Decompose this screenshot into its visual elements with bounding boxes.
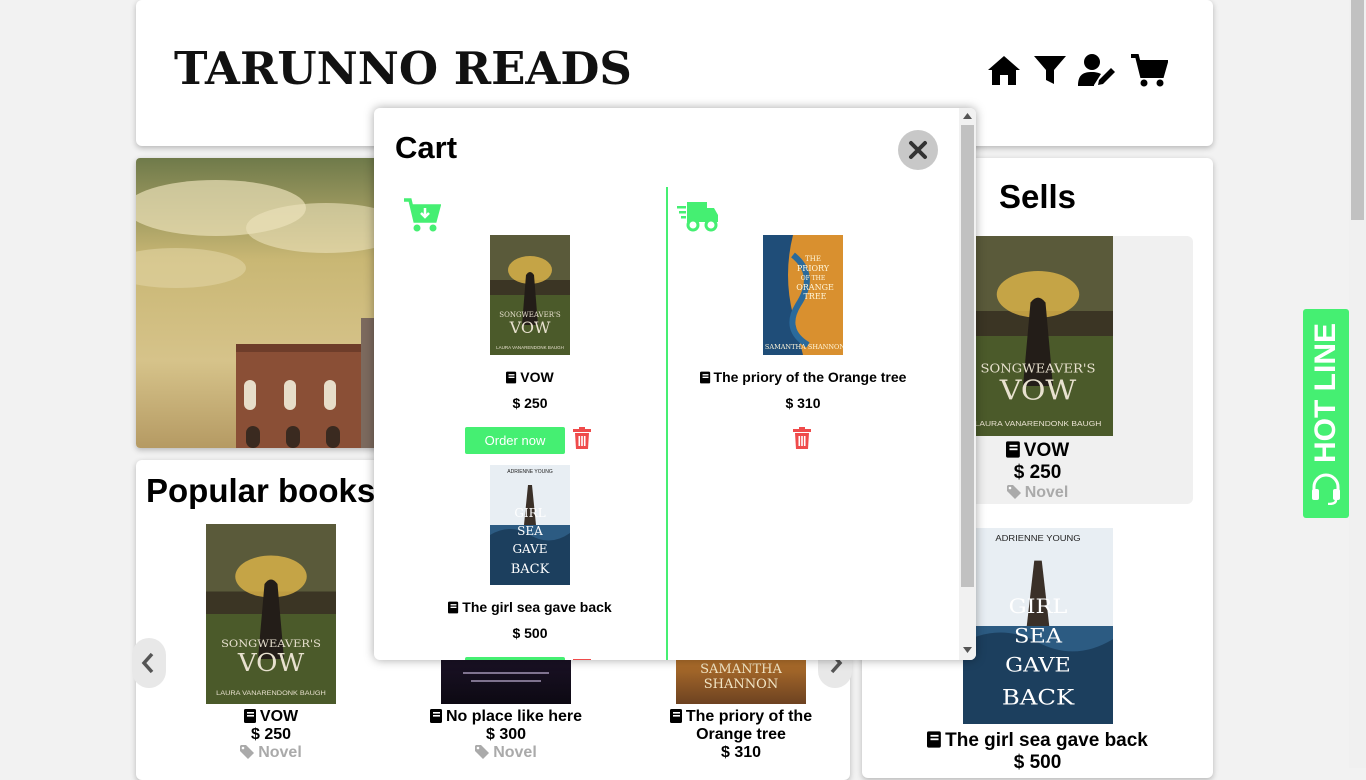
modal-title: Cart [395, 130, 458, 165]
cover-text: SEA [1014, 624, 1063, 647]
book-cover-vow[interactable]: SONGWEAVER'S VOW LAURA VANARENDONK BAUGH [206, 524, 336, 704]
book-icon [506, 371, 517, 384]
ordered-item-price: $ 310 [785, 395, 821, 411]
cart-item-vow: VOW $ 250 [430, 355, 630, 411]
cover-text: VOW [509, 318, 551, 337]
cover-text: SEA [517, 524, 543, 538]
cart-icon[interactable] [1130, 52, 1168, 88]
popular-books-title: Popular books [146, 472, 376, 509]
close-icon [909, 141, 927, 159]
hero-banner-image [136, 158, 384, 448]
cover-text: SONGWEAVER'S [980, 361, 1095, 375]
scroll-down-icon[interactable] [963, 646, 972, 654]
book-cover-vow[interactable]: SONGWEAVER'S VOW LAURA VANARENDONK BAUGH [490, 235, 570, 355]
cover-text: ADRIENNE YOUNG [507, 469, 553, 475]
trash-icon[interactable] [572, 427, 592, 449]
book-card-priory[interactable]: The priory of the Orange tree $ 310 [641, 708, 841, 762]
brand-title: TARUNNO READS [174, 42, 632, 95]
book-price: $ 500 [1013, 752, 1062, 773]
hotline-label: HOT LINE [1309, 323, 1343, 505]
cover-text: SAMANTHA SHANNON [700, 662, 782, 692]
cover-text: VOW [999, 375, 1077, 406]
cart-item-price: $ 500 [512, 625, 548, 641]
cart-item-price: $ 250 [512, 395, 548, 411]
cart-item-girl-sea-gave-back: The girl sea gave back $ 500 [430, 585, 630, 641]
page-scrollbar-thumb[interactable] [1351, 0, 1364, 220]
book-title: No place like here [421, 708, 591, 726]
cover-text: SAMANTHA SHANNON [765, 343, 843, 351]
book-icon [243, 709, 256, 723]
carousel-prev-button[interactable] [132, 638, 166, 688]
book-cover-girl-sea-gave-back[interactable]: ADRIENNE YOUNG GIRL SEA GAVE BACK [490, 465, 570, 585]
cart-add-icon [404, 198, 441, 232]
cover-text: LAURA VANARENDONK BAUGH [216, 690, 326, 697]
book-genre: Novel [421, 744, 591, 762]
cover-text: ORANGE [796, 283, 834, 292]
scroll-up-icon[interactable] [963, 112, 972, 120]
cover-text: GIRL [1009, 594, 1068, 617]
trash-icon[interactable] [572, 657, 592, 660]
cover-text: TREE [803, 292, 826, 301]
book-icon [429, 709, 442, 723]
cover-text: BACK [1002, 686, 1075, 710]
order-now-button[interactable]: Order now [465, 427, 565, 454]
book-cover-vow[interactable]: SONGWEAVER'S VOW LAURA VANARENDONK BAUGH [963, 236, 1113, 436]
close-button[interactable] [898, 130, 938, 170]
cover-text: BACK [511, 562, 550, 577]
headset-icon [1312, 473, 1340, 505]
cover-text: OF THE [801, 275, 826, 282]
book-price: $ 250 [250, 726, 292, 743]
book-cover-priory[interactable]: SAMANTHA SHANNON [676, 656, 806, 704]
tag-icon [1006, 485, 1021, 499]
book-price: $ 300 [485, 726, 527, 743]
cover-text: GIRL [514, 506, 545, 520]
shipping-fast-icon [677, 202, 718, 232]
page-scrollbar[interactable] [1349, 0, 1366, 768]
book-cover-no-place-like-here[interactable] [441, 656, 571, 704]
book-cover-priory[interactable]: THE PRIORY OF THE ORANGE TREE SAMANTHA S… [763, 235, 843, 355]
book-title: The priory of the Orange tree [641, 708, 841, 744]
book-icon [927, 731, 941, 748]
book-card-vow[interactable]: VOW $ 250 Novel [206, 708, 336, 762]
chevron-left-icon [141, 652, 154, 674]
ordered-item-priory: The priory of the Orange tree $ 310 [688, 355, 918, 411]
user-edit-icon[interactable] [1078, 52, 1118, 88]
cover-text: THE [805, 255, 821, 263]
book-icon [669, 709, 682, 723]
cover-text: LAURA VANARENDONK BAUGH [975, 419, 1102, 427]
book-price: $ 310 [720, 744, 762, 761]
ordered-item-title: The priory of the Orange tree [688, 369, 918, 385]
order-now-button[interactable] [465, 657, 565, 660]
book-icon [1005, 441, 1020, 458]
book-title: The girl sea gave back [862, 730, 1213, 752]
book-icon [699, 371, 710, 384]
tag-icon [475, 745, 490, 759]
cover-text: PRIORY [797, 264, 830, 273]
hotline-button[interactable]: HOT LINE [1303, 309, 1349, 518]
book-icon [448, 601, 459, 614]
cart-item-title: VOW [430, 369, 630, 385]
cover-text: ADRIENNE YOUNG [995, 534, 1080, 543]
trash-icon[interactable] [792, 427, 812, 449]
book-genre: Novel [206, 744, 336, 762]
filter-icon[interactable] [1032, 52, 1068, 88]
column-divider [666, 187, 668, 660]
book-card-no-place-like-here[interactable]: No place like here $ 300 Novel [421, 708, 591, 762]
cart-item-title: The girl sea gave back [430, 599, 630, 615]
cover-text: LAURA VANARENDONK BAUGH [496, 345, 564, 350]
modal-scrollbar[interactable] [959, 108, 976, 660]
tag-icon [240, 745, 255, 759]
book-title: VOW [206, 708, 336, 726]
sells-book-girl-sea-gave-back[interactable]: The girl sea gave back $ 500 [862, 730, 1213, 774]
home-icon[interactable] [986, 52, 1022, 88]
cover-text: GAVE [512, 542, 547, 556]
book-cover-girl-sea-gave-back[interactable]: ADRIENNE YOUNG GIRL SEA GAVE BACK [963, 528, 1113, 724]
cover-text: VOW [237, 649, 305, 677]
modal-scrollbar-thumb[interactable] [961, 125, 974, 587]
cart-modal: Cart SONGWEAVER'S VOW LAURA VANARENDONK … [374, 108, 976, 660]
cover-text: GAVE [1005, 653, 1071, 676]
